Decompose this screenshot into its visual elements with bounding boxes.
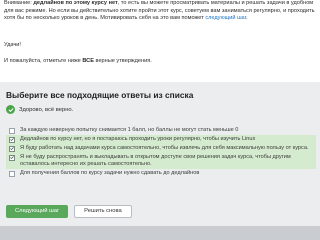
good-luck-text: Удачи! (4, 42, 21, 48)
instruction-text: И пожалуйста, отметьте ниже ВСЕ верные у… (4, 58, 152, 66)
intro-no-deadlines: дедлайнов по этому курсу нет (33, 0, 118, 6)
retry-button[interactable]: Решить снова (74, 205, 132, 218)
intro-period: . (246, 15, 248, 22)
status-text: Здорово, всё верно. (19, 106, 74, 113)
checkbox[interactable] (9, 136, 15, 143)
answer-option[interactable]: Для получения баллов по курсу задачи нуж… (6, 169, 316, 178)
instruction-all: ВСЕ (82, 58, 94, 64)
answer-option[interactable]: Я не буду распространять и выкладывать в… (6, 153, 316, 169)
checkbox[interactable] (9, 154, 15, 161)
answer-option-text: Я не буду распространять и выкладывать в… (20, 154, 291, 167)
next-step-link[interactable]: следующий шаг (205, 15, 246, 21)
answer-option-text: Для получения баллов по курсу задачи нуж… (20, 170, 200, 176)
answer-option-text: Я буду работать над задачами курса самос… (20, 145, 309, 151)
next-step-button[interactable]: Следующий шаг (6, 205, 69, 218)
answer-options: За каждую неверную попытку снимается 1 б… (6, 126, 316, 178)
answer-option-text: За каждую неверную попытку снимается 1 б… (20, 127, 239, 133)
checkbox[interactable] (9, 145, 15, 152)
intro-attention: Внимание: (4, 0, 32, 6)
checkbox[interactable] (9, 127, 15, 134)
answer-option[interactable]: Я буду работать над задачами курса самос… (6, 144, 316, 153)
quiz-title: Выберите все подходящие ответы из списка (6, 90, 194, 100)
checkbox[interactable] (9, 170, 15, 177)
quiz-actions: Следующий шаг Решить снова (6, 205, 132, 218)
quiz-status: Здорово, всё верно. (6, 105, 73, 114)
answer-option-text: Дедлайнов по курсу нет, но я постараюсь … (20, 136, 256, 142)
success-check-icon (6, 105, 15, 114)
intro-paragraph: Внимание: дедлайнов по этому курсу нет, … (4, 0, 316, 23)
answer-option[interactable]: Дедлайнов по курсу нет, но я постараюсь … (6, 135, 316, 144)
lesson-text-area: Внимание: дедлайнов по этому курсу нет, … (0, 0, 320, 82)
instruction-a: И пожалуйста, отметьте ниже (4, 58, 81, 64)
answer-option[interactable]: За каждую неверную попытку снимается 1 б… (6, 126, 316, 135)
quiz-card: Выберите все подходящие ответы из списка… (0, 82, 320, 226)
instruction-c: верные утверждения. (95, 58, 152, 64)
